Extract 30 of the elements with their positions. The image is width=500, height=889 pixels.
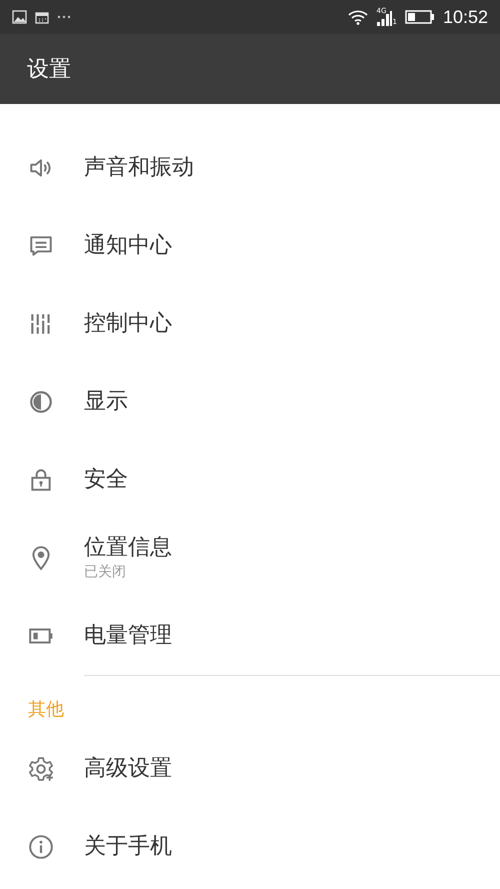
item-label: 安全: [84, 466, 128, 494]
item-label: 电量管理: [84, 622, 172, 650]
info-icon: [28, 834, 54, 860]
battery-icon: [404, 10, 435, 24]
item-label: 控制中心: [84, 310, 172, 338]
settings-item[interactable]: 安全: [0, 441, 500, 519]
settings-item[interactable]: 位置信息 已关闭: [0, 519, 500, 597]
settings-item[interactable]: 控制中心: [0, 285, 500, 363]
wifi-icon: [348, 10, 368, 24]
settings-item[interactable]: 声音和振动: [0, 129, 500, 207]
section-header: 其他: [28, 699, 64, 720]
contrast-icon: [28, 389, 54, 415]
settings-item[interactable]: 通知中心: [0, 207, 500, 285]
page-title: 设置: [27, 56, 71, 84]
item-label: 高级设置: [84, 755, 172, 783]
more-icon: [57, 15, 71, 19]
item-status: 已关闭: [84, 563, 127, 582]
item-label: 通知中心: [84, 232, 172, 260]
settings-item[interactable]: 高级设置: [0, 730, 500, 808]
settings-item[interactable]: 显示: [0, 363, 500, 441]
item-label: 显示: [84, 388, 128, 416]
gear-plus-icon: [28, 756, 54, 782]
clock: 10:52: [442, 6, 488, 28]
item-label: 关于手机: [84, 833, 172, 861]
settings-item[interactable]: 电量管理: [0, 597, 500, 675]
item-label: 位置信息: [84, 534, 172, 562]
image-icon: [12, 10, 27, 24]
settings-item[interactable]: 关于手机: [0, 808, 500, 886]
calendar-icon: [35, 10, 49, 24]
item-label: 声音和振动: [84, 154, 194, 182]
